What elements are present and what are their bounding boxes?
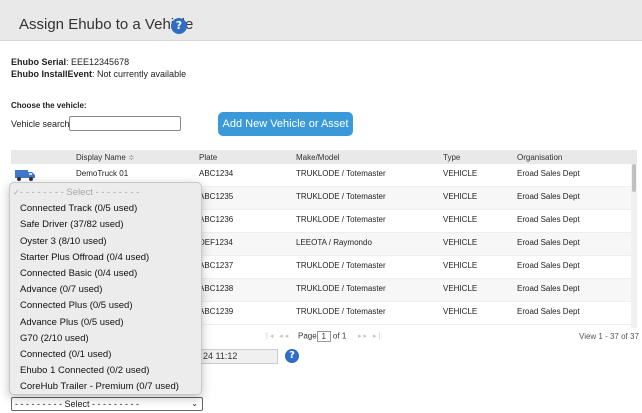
install-line: Ehubo InstallEvent: Not currently availa… [11, 69, 187, 79]
cell-plate: ABC1238 [199, 284, 234, 293]
product-dropdown-menu: ✓ - - - - - - - - Select - - - - - - - - … [9, 182, 202, 395]
serial-label: Ehubo Serial [11, 57, 67, 67]
table-header: Display Name ≑ Plate Make/Model Type Org… [11, 150, 637, 164]
pager-of-label: of 1 [332, 331, 347, 341]
cell-org: Eroad Sales Dept [517, 192, 580, 201]
sort-icon: ≑ [128, 153, 135, 162]
serial-value: EEE12345678 [71, 57, 130, 67]
ehubo-info: Ehubo Serial: EEE12345678 Ehubo InstallE… [11, 56, 186, 80]
cell-type: VEHICLE [443, 284, 478, 293]
cell-type: VEHICLE [443, 238, 478, 247]
cell-make: TRUKLODE / Totemaster [296, 215, 386, 224]
cell-make: TRUKLODE / Totemaster [296, 192, 386, 201]
col-organisation[interactable]: Organisation [517, 153, 562, 162]
cell-make: TRUKLODE / Totemaster [296, 261, 386, 270]
dropdown-option[interactable]: Connected Plus (0/5 used) [10, 298, 201, 314]
cell-plate: ABC1234 [199, 169, 234, 178]
vehicle-search-label: Vehicle search [11, 119, 70, 129]
pager-next-last-icon[interactable]: ▸▸ ▸| [358, 332, 382, 340]
cell-type: VEHICLE [443, 261, 478, 270]
install-value: Not currently available [97, 69, 187, 79]
cell-plate: ABC1239 [199, 307, 234, 316]
pager-page-input[interactable]: 1 [316, 331, 331, 342]
dropdown-option[interactable]: Connected (0/1 used) [10, 347, 201, 363]
pager-page-label: Page [298, 331, 317, 341]
dropdown-option[interactable]: CoreHub Trailer - Premium (0/7 used) [10, 379, 201, 395]
cell-plate: DEF1234 [199, 238, 233, 247]
check-icon: ✓ [13, 188, 20, 197]
col-type[interactable]: Type [443, 153, 460, 162]
col-display-name-label: Display Name [76, 153, 126, 162]
pager-page: Page 1 of 1 [298, 331, 346, 342]
serial-line: Ehubo Serial: EEE12345678 [11, 57, 130, 67]
chevron-down-icon: ⌄ [191, 399, 198, 408]
cell-type: VEHICLE [443, 169, 478, 178]
install-date-field[interactable]: 24 11:12 [196, 349, 278, 364]
scrollbar-thumb[interactable] [632, 164, 636, 192]
choose-vehicle-label: Choose the vehicle: [11, 101, 87, 110]
cell-org: Eroad Sales Dept [517, 238, 580, 247]
cell-org: Eroad Sales Dept [517, 261, 580, 270]
cell-make: TRUKLODE / Totemaster [296, 307, 386, 316]
dropdown-option[interactable]: Advance (0/7 used) [10, 282, 201, 298]
date-help-icon[interactable]: ? [285, 349, 299, 363]
col-make-model[interactable]: Make/Model [296, 153, 340, 162]
install-date-value: 24 11:12 [203, 351, 238, 361]
cell-plate: ABC1237 [199, 261, 234, 270]
pager-first-prev-icon[interactable]: |◂ ◂◂ [266, 332, 290, 340]
col-plate[interactable]: Plate [199, 153, 217, 162]
add-vehicle-button[interactable]: Add New Vehicle or Asset [218, 112, 353, 136]
dropdown-header-option[interactable]: ✓ - - - - - - - - Select - - - - - - - - [10, 185, 201, 201]
table-scrollbar[interactable] [631, 164, 637, 328]
product-select[interactable]: - - - - - - - - - Select - - - - - - - -… [11, 397, 203, 411]
cell-make: LEEOTA / Raymondo [296, 238, 372, 247]
cell-org: Eroad Sales Dept [517, 215, 580, 224]
cell-name: DemoTruck 01 [76, 169, 129, 178]
truck-icon [15, 170, 35, 181]
product-select-value: - - - - - - - - - Select - - - - - - - -… [15, 399, 139, 409]
dropdown-option[interactable]: Starter Plus Offroad (0/4 used) [10, 250, 201, 266]
dropdown-option[interactable]: Ehubo 1 Connected (0/2 used) [10, 363, 201, 379]
col-display-name[interactable]: Display Name ≑ [76, 153, 135, 162]
dropdown-option[interactable]: Safe Driver (37/82 used) [10, 217, 201, 233]
cell-plate: ABC1236 [199, 215, 234, 224]
cell-org: Eroad Sales Dept [517, 307, 580, 316]
cell-make: TRUKLODE / Totemaster [296, 169, 386, 178]
dropdown-header-label: - - - - - - - - Select - - - - - - - - [20, 187, 140, 198]
dropdown-option[interactable]: Connected Basic (0/4 used) [10, 266, 201, 282]
cell-type: VEHICLE [443, 307, 478, 316]
cell-make: TRUKLODE / Totemaster [296, 284, 386, 293]
pager-view-count: View 1 - 37 of 37 [579, 332, 639, 341]
cell-type: VEHICLE [443, 215, 478, 224]
vehicle-search-input[interactable] [69, 116, 181, 131]
dropdown-option[interactable]: Oyster 3 (8/10 used) [10, 234, 201, 250]
install-label: Ehubo InstallEvent [11, 69, 93, 79]
cell-plate: ABC1235 [199, 192, 234, 201]
page-title: Assign Ehubo to a Vehicle [19, 16, 194, 33]
cell-org: Eroad Sales Dept [517, 169, 580, 178]
page-header: Assign Ehubo to a Vehicle ? [0, 0, 642, 40]
dropdown-option[interactable]: Connected Track (0/5 used) [10, 201, 201, 217]
cell-org: Eroad Sales Dept [517, 284, 580, 293]
cell-type: VEHICLE [443, 192, 478, 201]
dropdown-option[interactable]: Advance Plus (0/5 used) [10, 315, 201, 331]
dropdown-option[interactable]: G70 (2/10 used) [10, 331, 201, 347]
help-icon[interactable]: ? [171, 18, 187, 34]
